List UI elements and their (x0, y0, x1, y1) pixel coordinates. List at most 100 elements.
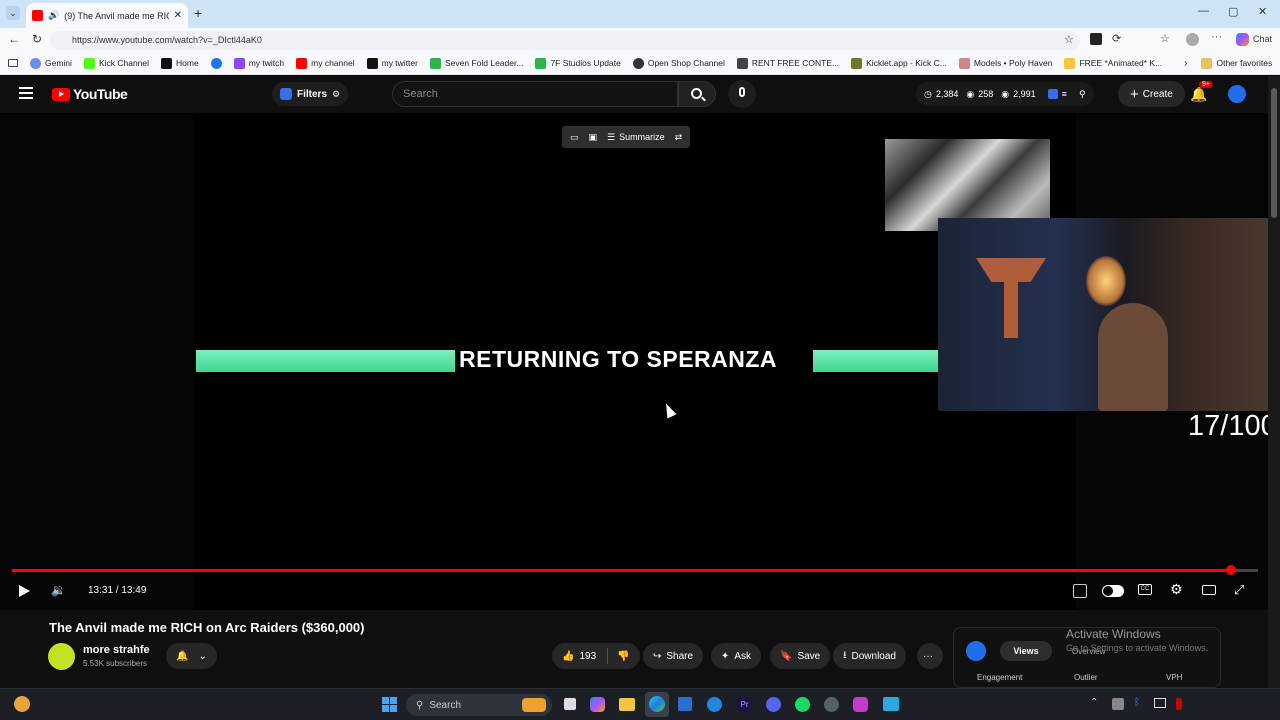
start-menu-icon[interactable] (382, 697, 397, 712)
theater-mode-icon[interactable] (1202, 585, 1216, 595)
star-icon[interactable]: ☆ (1064, 33, 1074, 46)
pip-icon[interactable]: ▭ (570, 132, 579, 143)
more-actions-button[interactable]: ··· (917, 643, 943, 669)
extension-icon[interactable] (1090, 33, 1102, 45)
weather-widget-icon[interactable] (14, 696, 30, 712)
steam-icon[interactable] (824, 697, 839, 712)
subscribe-bell-button[interactable]: 🔔 ⌄ (166, 643, 217, 669)
file-explorer-icon[interactable] (619, 698, 635, 711)
favorite-gemini[interactable]: Gemini (30, 57, 72, 69)
channel-avatar[interactable] (48, 643, 75, 670)
summarize-button[interactable]: ☰ Summarize (607, 132, 665, 143)
settings-gear-icon[interactable]: ⚙ (1170, 581, 1183, 598)
channel-name[interactable]: more strahfe (83, 644, 150, 656)
translate-icon[interactable]: ⇄ (675, 132, 683, 143)
favorite-kick-channel[interactable]: Kick Channel (83, 57, 149, 69)
page-scrollbar[interactable] (1268, 76, 1280, 688)
record-icon[interactable] (1176, 698, 1182, 710)
search-input[interactable]: Search (392, 81, 678, 107)
video-player[interactable]: ▭ ▣ ☰ Summarize ⇄ RETURNING TO SPERANZA 1… (0, 113, 1280, 610)
obs-icon[interactable] (853, 697, 868, 712)
favorite-rent-free[interactable]: RENT FREE CONTE... (736, 57, 839, 69)
copilot-taskbar-icon[interactable] (590, 697, 605, 712)
filters-button[interactable]: Filters ⚙ (272, 82, 349, 106)
captions-icon[interactable]: CC (1138, 584, 1152, 595)
app-icon[interactable] (883, 697, 899, 711)
iq-icon[interactable] (1047, 89, 1058, 99)
account-avatar[interactable] (1228, 85, 1246, 103)
favorite-seven-fold[interactable]: Seven Fold Leader... (429, 57, 523, 69)
scrollbar-thumb[interactable] (1271, 88, 1277, 218)
minimize-icon[interactable]: — (1198, 5, 1209, 17)
edge-browser-icon[interactable] (645, 692, 669, 717)
network-icon[interactable] (1154, 698, 1166, 708)
browser-tab[interactable]: 🔊 (9) The Anvil made me RICH o ✕ (26, 3, 188, 28)
hamburger-menu-icon[interactable] (19, 87, 33, 99)
voice-search-button[interactable] (728, 80, 756, 108)
favorite-my-twitter[interactable]: my twitter (366, 57, 418, 69)
close-tab-icon[interactable]: ✕ (174, 10, 182, 21)
like-button[interactable]: 👍 193 👎 (552, 643, 640, 669)
favorite-my-twitch[interactable]: my twitch (233, 57, 284, 69)
list-icon[interactable]: ≡ (1062, 89, 1067, 99)
fullscreen-icon[interactable]: ⤢ (1234, 582, 1244, 598)
activate-windows-title: Activate Windows (1066, 627, 1161, 641)
tag-icon[interactable]: ⚲ (1079, 89, 1086, 100)
tab-list-icon[interactable]: ⌄ (6, 6, 20, 20)
maximize-icon[interactable]: ▢ (1228, 5, 1238, 18)
chevron-right-icon[interactable]: › (1184, 58, 1187, 69)
ask-button[interactable]: ✦ Ask (711, 643, 762, 669)
scrubber-handle[interactable] (1225, 565, 1236, 575)
share-icon: ↪ (653, 650, 662, 662)
search-button[interactable] (678, 81, 716, 107)
edge-dev-icon[interactable] (707, 697, 722, 712)
favorite-facebook[interactable] (210, 57, 222, 69)
other-favorites[interactable]: Other favorites (1201, 57, 1272, 69)
profile-avatar[interactable] (1186, 33, 1199, 46)
volume-icon[interactable]: 🔉 (51, 583, 66, 597)
thumbs-down-icon[interactable]: 👎 (617, 651, 629, 662)
favorite-free-animated[interactable]: FREE *Animated* K... (1064, 57, 1162, 69)
store-icon[interactable] (678, 697, 692, 711)
play-button[interactable] (19, 585, 30, 597)
task-view-icon[interactable] (564, 698, 576, 710)
discord-icon[interactable] (766, 697, 781, 712)
chat-label[interactable]: Chat (1253, 34, 1272, 44)
download-button[interactable]: ⭳ Download (833, 643, 906, 669)
create-button[interactable]: + Create (1118, 81, 1185, 107)
favorite-home[interactable]: Home (161, 57, 199, 69)
menu-dots-icon[interactable]: ··· (1211, 31, 1222, 43)
notifications-button[interactable]: 🔔 9+ (1190, 81, 1213, 104)
collections-icon[interactable]: ☆ (1160, 32, 1170, 45)
iq-player-icon[interactable] (1073, 584, 1087, 598)
taskbar-search-input[interactable]: ⚲ Search (406, 694, 552, 716)
new-tab-icon[interactable]: + (194, 5, 202, 21)
bluetooth-icon[interactable]: ᛒ (1134, 697, 1140, 708)
screenshot-icon[interactable]: ▣ (589, 132, 598, 143)
favorite-7f-studios[interactable]: 7F Studios Update (535, 57, 621, 69)
panel-tab-views[interactable]: Views (1000, 641, 1052, 661)
close-window-icon[interactable]: ✕ (1258, 5, 1267, 18)
audio-icon[interactable]: 🔊 (48, 10, 59, 21)
favorite-open-shop[interactable]: Open Shop Channel (632, 57, 725, 69)
sync-icon[interactable]: ⟳ (1112, 32, 1121, 45)
favorite-kicklet[interactable]: Kicklet.app - Kick C... (851, 57, 947, 69)
spotify-icon[interactable] (795, 697, 810, 712)
tray-chevron-icon[interactable]: ⌃ (1090, 697, 1098, 708)
favorites-toggle-icon[interactable] (8, 59, 18, 67)
tray-app-icon[interactable] (1112, 698, 1124, 710)
youtube-logo[interactable]: YouTube (52, 86, 128, 102)
save-button[interactable]: 🔖 Save (770, 643, 831, 669)
favorite-poly-haven[interactable]: Models • Poly Haven (958, 57, 1052, 69)
premiere-icon[interactable]: Pr (737, 697, 752, 712)
progress-bar[interactable] (12, 565, 1258, 575)
url-field[interactable]: https://www.youtube.com/watch?v=_DIctl44… (50, 31, 1080, 50)
favorite-my-channel[interactable]: my channel (296, 57, 355, 69)
copilot-icon[interactable] (1236, 33, 1249, 46)
share-button[interactable]: ↪ Share (643, 643, 704, 669)
autoplay-toggle[interactable] (1102, 585, 1124, 597)
refresh-icon[interactable]: ↻ (32, 32, 42, 46)
panel-outlier-label: Outlier (1074, 673, 1098, 682)
back-icon[interactable]: ← (8, 32, 20, 46)
shop-icon (632, 57, 644, 69)
